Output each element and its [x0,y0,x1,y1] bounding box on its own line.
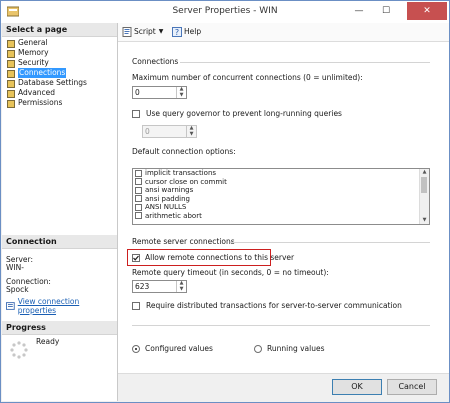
close-button[interactable]: ✕ [407,2,447,20]
running-values-label: Running values [267,344,325,353]
allow-remote-checkbox[interactable] [132,254,140,262]
progress-status: Ready [36,337,60,346]
max-connections-label: Maximum number of concurrent connections… [132,73,363,82]
page-item-general[interactable]: General [6,38,87,48]
right-pane: Script ▼ ? Help Connections Maximum numb… [118,23,449,373]
scroll-up-icon[interactable]: ▲ [420,169,429,176]
default-options-list[interactable]: implicit transactions cursor close on co… [132,168,430,225]
chevron-down-icon: ▼ [158,28,164,35]
page-icon [6,39,15,48]
connection-value: Spock [6,285,29,294]
distributed-transactions-checkbox[interactable] [132,302,140,310]
remote-timeout-label: Remote query timeout (in seconds, 0 = no… [132,268,329,277]
page-item-connections[interactable]: Connections [6,68,87,78]
maximize-button[interactable]: ☐ [373,2,399,20]
page-item-memory[interactable]: Memory [6,48,87,58]
allow-remote-label: Allow remote connections to this server [145,253,295,262]
option-checkbox[interactable] [135,169,142,177]
view-connection-properties[interactable]: View connection properties [6,297,117,315]
page-icon [6,49,15,58]
check-icon [133,255,139,261]
connection-header: Connection [2,235,117,249]
progress-header: Progress [2,321,117,335]
scroll-down-icon[interactable]: ▼ [420,217,429,224]
spin-arrows-icon[interactable]: ▲ ▼ [176,86,186,98]
page-item-database-settings[interactable]: Database Settings [6,78,87,88]
page-icon [6,59,15,68]
divider [230,242,430,243]
cancel-button[interactable]: Cancel [387,379,437,395]
option-checkbox[interactable] [135,195,142,203]
distributed-transactions-label: Require distributed transactions for ser… [146,301,402,310]
default-options-label: Default connection options: [132,147,236,156]
option-checkbox[interactable] [135,203,142,211]
ok-button[interactable]: OK [332,379,382,395]
svg-text:?: ? [175,28,179,37]
server-value: WIN- [6,263,24,272]
remote-timeout-input[interactable]: 623 ▲ ▼ [132,280,187,293]
query-governor-input[interactable]: 0 ▲ ▼ [142,125,197,138]
list-item[interactable]: ANSI NULLS [133,203,429,212]
toolbar: Script ▼ ? Help [118,23,449,42]
option-checkbox[interactable] [135,212,142,220]
list-item[interactable]: ansi warnings [133,186,429,195]
help-button[interactable]: ? Help [172,26,201,38]
page-icon [6,99,15,108]
help-icon: ? [172,27,182,37]
server-properties-window: Server Properties - WIN — ☐ ✕ Select a p… [0,0,450,403]
remote-group-label: Remote server connections [132,237,235,246]
list-item[interactable]: implicit transactions [133,169,429,178]
configured-values-label: Configured values [145,344,213,353]
page-item-permissions[interactable]: Permissions [6,98,87,108]
query-governor-checkbox[interactable] [132,110,140,118]
title-bar: Server Properties - WIN — ☐ ✕ [1,1,449,23]
option-checkbox[interactable] [135,178,142,186]
page-item-advanced[interactable]: Advanced [6,88,87,98]
page-icon [6,69,15,78]
view-props-link[interactable]: View connection properties [18,297,117,315]
progress-spinner-icon [10,341,28,359]
connections-group-label: Connections [132,57,179,66]
minimize-button[interactable]: — [346,2,372,20]
script-button[interactable]: Script ▼ [122,26,163,38]
divider [180,62,430,63]
page-item-security[interactable]: Security [6,58,87,68]
dialog-footer: OK Cancel [118,373,449,402]
spin-arrows-icon[interactable]: ▲ ▼ [186,125,196,137]
select-page-header: Select a page [2,23,117,37]
list-scrollbar[interactable]: ▲ ▼ [419,169,429,224]
running-values-radio[interactable] [254,345,262,353]
list-item[interactable]: arithmetic abort [133,212,429,221]
list-item[interactable]: cursor close on commit [133,178,429,187]
page-icon [6,79,15,88]
page-icon [6,89,15,98]
configured-values-radio[interactable] [132,345,140,353]
max-connections-input[interactable]: 0 ▲ ▼ [132,86,187,99]
list-item[interactable]: ansi padding [133,195,429,204]
page-list: General Memory Security Connections Data… [6,38,87,108]
script-icon [122,27,132,37]
query-governor-label: Use query governor to prevent long-runni… [146,109,342,118]
spin-arrows-icon[interactable]: ▲ ▼ [176,280,186,292]
divider [132,325,430,326]
scroll-thumb[interactable] [421,177,427,193]
left-pane: Select a page General Memory Security Co… [2,23,118,401]
properties-icon [6,302,15,310]
option-checkbox[interactable] [135,186,142,194]
